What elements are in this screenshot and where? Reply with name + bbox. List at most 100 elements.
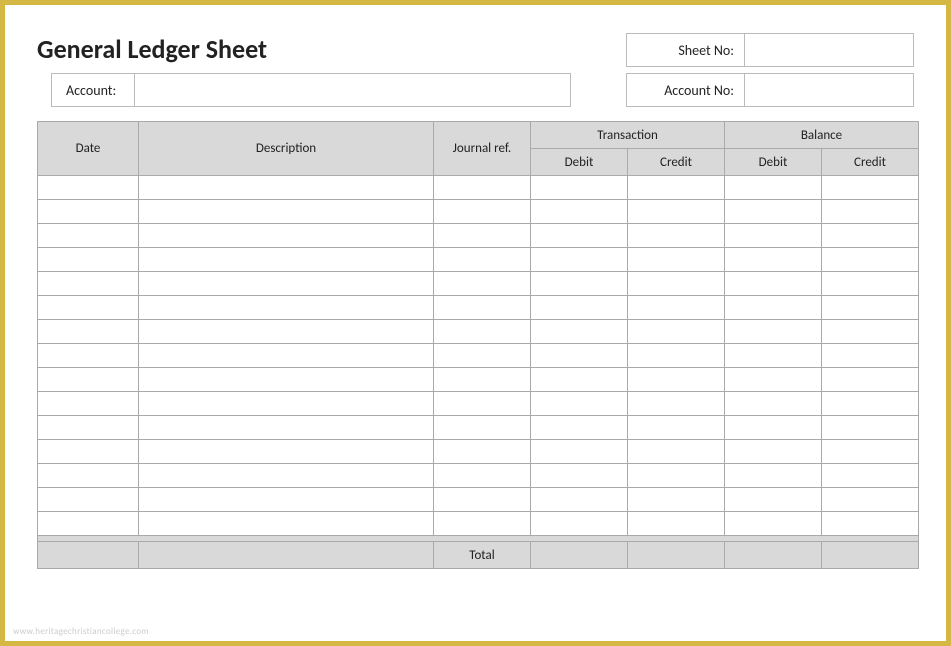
cell-t_credit[interactable] [628,200,725,224]
cell-b_credit[interactable] [822,200,919,224]
cell-t_debit[interactable] [531,224,628,248]
cell-t_debit[interactable] [531,272,628,296]
account-field[interactable]: Account: [51,73,571,107]
cell-t_credit[interactable] [628,248,725,272]
cell-journal_ref[interactable] [434,320,531,344]
account-no-field[interactable]: Account No: [626,73,914,107]
cell-t_debit[interactable] [531,344,628,368]
cell-b_credit[interactable] [822,440,919,464]
cell-t_debit[interactable] [531,416,628,440]
cell-journal_ref[interactable] [434,344,531,368]
cell-b_credit[interactable] [822,248,919,272]
sheet-no-field[interactable]: Sheet No: [626,33,914,67]
cell-t_credit[interactable] [628,296,725,320]
cell-description[interactable] [139,248,434,272]
cell-t_debit[interactable] [531,296,628,320]
cell-t_debit[interactable] [531,248,628,272]
sheet-no-value[interactable] [745,34,913,66]
cell-b_debit[interactable] [725,416,822,440]
cell-b_debit[interactable] [725,248,822,272]
cell-b_debit[interactable] [725,176,822,200]
cell-b_credit[interactable] [822,224,919,248]
cell-t_credit[interactable] [628,488,725,512]
cell-description[interactable] [139,464,434,488]
cell-t_credit[interactable] [628,224,725,248]
account-value[interactable] [134,74,570,106]
cell-b_debit[interactable] [725,224,822,248]
cell-journal_ref[interactable] [434,488,531,512]
cell-t_credit[interactable] [628,368,725,392]
cell-t_credit[interactable] [628,320,725,344]
cell-t_credit[interactable] [628,464,725,488]
cell-description[interactable] [139,296,434,320]
cell-journal_ref[interactable] [434,392,531,416]
cell-description[interactable] [139,176,434,200]
cell-b_debit[interactable] [725,344,822,368]
cell-description[interactable] [139,272,434,296]
cell-b_debit[interactable] [725,488,822,512]
cell-date[interactable] [38,344,139,368]
cell-t_debit[interactable] [531,392,628,416]
cell-date[interactable] [38,320,139,344]
cell-journal_ref[interactable] [434,416,531,440]
cell-b_credit[interactable] [822,416,919,440]
cell-t_credit[interactable] [628,512,725,536]
cell-description[interactable] [139,392,434,416]
cell-t_debit[interactable] [531,512,628,536]
account-no-value[interactable] [745,74,913,106]
cell-t_credit[interactable] [628,344,725,368]
cell-date[interactable] [38,248,139,272]
cell-journal_ref[interactable] [434,224,531,248]
cell-b_credit[interactable] [822,272,919,296]
cell-journal_ref[interactable] [434,512,531,536]
cell-description[interactable] [139,344,434,368]
cell-date[interactable] [38,272,139,296]
cell-t_credit[interactable] [628,440,725,464]
cell-t_credit[interactable] [628,176,725,200]
cell-date[interactable] [38,440,139,464]
cell-description[interactable] [139,200,434,224]
cell-t_debit[interactable] [531,488,628,512]
cell-b_credit[interactable] [822,464,919,488]
cell-date[interactable] [38,368,139,392]
cell-t_credit[interactable] [628,272,725,296]
cell-b_credit[interactable] [822,296,919,320]
cell-b_debit[interactable] [725,200,822,224]
cell-b_credit[interactable] [822,344,919,368]
cell-date[interactable] [38,488,139,512]
cell-b_credit[interactable] [822,320,919,344]
cell-journal_ref[interactable] [434,440,531,464]
cell-journal_ref[interactable] [434,272,531,296]
cell-date[interactable] [38,200,139,224]
cell-t_debit[interactable] [531,440,628,464]
cell-b_debit[interactable] [725,296,822,320]
cell-date[interactable] [38,512,139,536]
cell-date[interactable] [38,392,139,416]
cell-journal_ref[interactable] [434,248,531,272]
cell-t_credit[interactable] [628,416,725,440]
cell-b_debit[interactable] [725,440,822,464]
cell-t_debit[interactable] [531,320,628,344]
cell-description[interactable] [139,368,434,392]
cell-journal_ref[interactable] [434,200,531,224]
cell-b_credit[interactable] [822,176,919,200]
cell-t_credit[interactable] [628,392,725,416]
cell-date[interactable] [38,416,139,440]
cell-journal_ref[interactable] [434,368,531,392]
cell-b_debit[interactable] [725,272,822,296]
cell-date[interactable] [38,296,139,320]
cell-b_credit[interactable] [822,488,919,512]
cell-t_debit[interactable] [531,368,628,392]
cell-description[interactable] [139,512,434,536]
cell-b_credit[interactable] [822,512,919,536]
cell-journal_ref[interactable] [434,176,531,200]
cell-b_debit[interactable] [725,368,822,392]
cell-b_credit[interactable] [822,392,919,416]
cell-b_credit[interactable] [822,368,919,392]
cell-journal_ref[interactable] [434,464,531,488]
cell-b_debit[interactable] [725,320,822,344]
cell-date[interactable] [38,176,139,200]
cell-t_debit[interactable] [531,464,628,488]
cell-description[interactable] [139,440,434,464]
cell-journal_ref[interactable] [434,296,531,320]
